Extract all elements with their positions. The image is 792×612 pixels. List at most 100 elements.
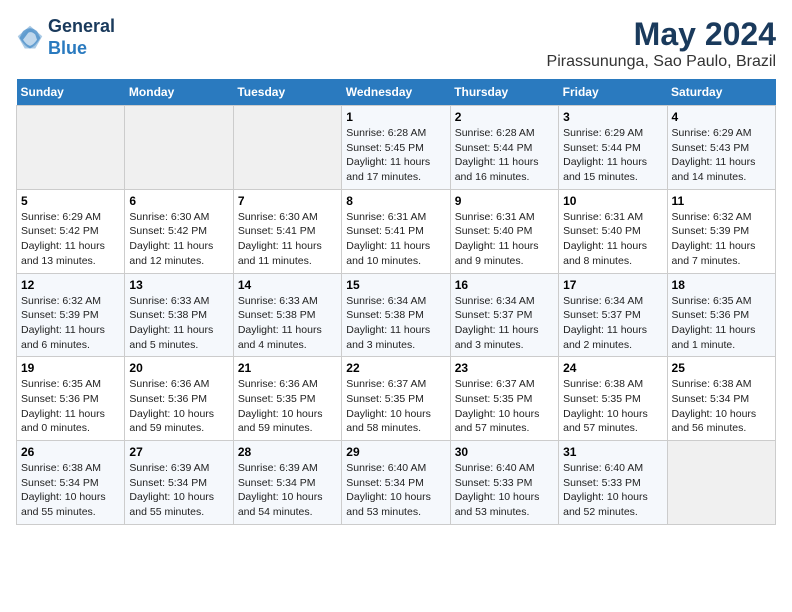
day-info: Sunrise: 6:29 AM Sunset: 5:42 PM Dayligh… [21, 210, 120, 269]
day-info: Sunrise: 6:28 AM Sunset: 5:44 PM Dayligh… [455, 126, 554, 185]
weekday-header-wednesday: Wednesday [342, 79, 450, 106]
day-info: Sunrise: 6:40 AM Sunset: 5:34 PM Dayligh… [346, 461, 445, 520]
day-info: Sunrise: 6:40 AM Sunset: 5:33 PM Dayligh… [563, 461, 662, 520]
weekday-header-monday: Monday [125, 79, 233, 106]
calendar-cell [125, 106, 233, 190]
calendar-cell: 11 Sunrise: 6:32 AM Sunset: 5:39 PM Dayli… [667, 189, 775, 273]
weekday-header-sunday: Sunday [17, 79, 125, 106]
calendar-cell: 27 Sunrise: 6:39 AM Sunset: 5:34 PM Dayli… [125, 441, 233, 525]
calendar-cell: 8Sunrise: 6:31 AM Sunset: 5:41 PM Daylig… [342, 189, 450, 273]
day-number: 23 [455, 361, 554, 375]
calendar-cell [233, 106, 341, 190]
calendar-cell: 19Sunrise: 6:35 AM Sunset: 5:36 PM Dayli… [17, 357, 125, 441]
day-info: Sunrise: 6:34 AM Sunset: 5:38 PM Dayligh… [346, 294, 445, 353]
day-info: Sunrise: 6:39 AM Sunset: 5:34 PM Dayligh… [238, 461, 337, 520]
day-info: Sunrise: 6:31 AM Sunset: 5:40 PM Dayligh… [563, 210, 662, 269]
day-info: Sunrise: 6:29 AM Sunset: 5:43 PM Dayligh… [672, 126, 771, 185]
calendar-week-row: 1Sunrise: 6:28 AM Sunset: 5:45 PM Daylig… [17, 106, 776, 190]
day-info: Sunrise: 6:38 AM Sunset: 5:34 PM Dayligh… [672, 377, 771, 436]
calendar-cell: 4 Sunrise: 6:29 AM Sunset: 5:43 PM Daylig… [667, 106, 775, 190]
day-info: Sunrise: 6:30 AM Sunset: 5:41 PM Dayligh… [238, 210, 337, 269]
weekday-header-saturday: Saturday [667, 79, 775, 106]
day-number: 17 [563, 278, 662, 292]
calendar-cell: 1Sunrise: 6:28 AM Sunset: 5:45 PM Daylig… [342, 106, 450, 190]
calendar-week-row: 12 Sunrise: 6:32 AM Sunset: 5:39 PM Dayli… [17, 273, 776, 357]
day-info: Sunrise: 6:37 AM Sunset: 5:35 PM Dayligh… [346, 377, 445, 436]
page-header: General Blue May 2024 Pirassununga, Sao … [16, 16, 776, 71]
day-info: Sunrise: 6:29 AM Sunset: 5:44 PM Dayligh… [563, 126, 662, 185]
calendar-week-row: 26Sunrise: 6:38 AM Sunset: 5:34 PM Dayli… [17, 441, 776, 525]
day-number: 3 [563, 110, 662, 124]
logo-text: General Blue [48, 16, 115, 59]
calendar-cell: 25Sunrise: 6:38 AM Sunset: 5:34 PM Dayli… [667, 357, 775, 441]
day-info: Sunrise: 6:31 AM Sunset: 5:41 PM Dayligh… [346, 210, 445, 269]
calendar-cell [17, 106, 125, 190]
calendar-cell: 17 Sunrise: 6:34 AM Sunset: 5:37 PM Dayli… [559, 273, 667, 357]
calendar-cell: 6 Sunrise: 6:30 AM Sunset: 5:42 PM Daylig… [125, 189, 233, 273]
calendar-cell: 9 Sunrise: 6:31 AM Sunset: 5:40 PM Daylig… [450, 189, 558, 273]
day-number: 11 [672, 194, 771, 208]
calendar-cell: 24 Sunrise: 6:38 AM Sunset: 5:35 PM Dayli… [559, 357, 667, 441]
page-title: May 2024 [547, 16, 776, 53]
day-info: Sunrise: 6:32 AM Sunset: 5:39 PM Dayligh… [21, 294, 120, 353]
day-number: 12 [21, 278, 120, 292]
day-info: Sunrise: 6:30 AM Sunset: 5:42 PM Dayligh… [129, 210, 228, 269]
page-subtitle: Pirassununga, Sao Paulo, Brazil [547, 53, 776, 71]
day-number: 30 [455, 445, 554, 459]
calendar-cell: 20Sunrise: 6:36 AM Sunset: 5:36 PM Dayli… [125, 357, 233, 441]
day-info: Sunrise: 6:34 AM Sunset: 5:37 PM Dayligh… [563, 294, 662, 353]
day-number: 26 [21, 445, 120, 459]
calendar-cell: 5 Sunrise: 6:29 AM Sunset: 5:42 PM Daylig… [17, 189, 125, 273]
day-number: 4 [672, 110, 771, 124]
calendar-cell: 28 Sunrise: 6:39 AM Sunset: 5:34 PM Dayli… [233, 441, 341, 525]
calendar-cell: 23Sunrise: 6:37 AM Sunset: 5:35 PM Dayli… [450, 357, 558, 441]
calendar-cell: 15Sunrise: 6:34 AM Sunset: 5:38 PM Dayli… [342, 273, 450, 357]
day-number: 19 [21, 361, 120, 375]
calendar-cell: 14 Sunrise: 6:33 AM Sunset: 5:38 PM Dayli… [233, 273, 341, 357]
day-number: 24 [563, 361, 662, 375]
calendar-cell: 18 Sunrise: 6:35 AM Sunset: 5:36 PM Dayli… [667, 273, 775, 357]
calendar-cell: 21Sunrise: 6:36 AM Sunset: 5:35 PM Dayli… [233, 357, 341, 441]
day-info: Sunrise: 6:28 AM Sunset: 5:45 PM Dayligh… [346, 126, 445, 185]
day-info: Sunrise: 6:32 AM Sunset: 5:39 PM Dayligh… [672, 210, 771, 269]
calendar-cell: 3 Sunrise: 6:29 AM Sunset: 5:44 PM Daylig… [559, 106, 667, 190]
day-info: Sunrise: 6:33 AM Sunset: 5:38 PM Dayligh… [238, 294, 337, 353]
day-number: 14 [238, 278, 337, 292]
calendar-cell: 12 Sunrise: 6:32 AM Sunset: 5:39 PM Dayli… [17, 273, 125, 357]
day-info: Sunrise: 6:36 AM Sunset: 5:36 PM Dayligh… [129, 377, 228, 436]
day-number: 6 [129, 194, 228, 208]
calendar-cell: 31 Sunrise: 6:40 AM Sunset: 5:33 PM Dayli… [559, 441, 667, 525]
calendar-cell [667, 441, 775, 525]
day-number: 10 [563, 194, 662, 208]
calendar-table: SundayMondayTuesdayWednesdayThursdayFrid… [16, 79, 776, 525]
calendar-cell: 29Sunrise: 6:40 AM Sunset: 5:34 PM Dayli… [342, 441, 450, 525]
calendar-cell: 13 Sunrise: 6:33 AM Sunset: 5:38 PM Dayli… [125, 273, 233, 357]
day-info: Sunrise: 6:34 AM Sunset: 5:37 PM Dayligh… [455, 294, 554, 353]
calendar-cell: 7Sunrise: 6:30 AM Sunset: 5:41 PM Daylig… [233, 189, 341, 273]
calendar-cell: 2 Sunrise: 6:28 AM Sunset: 5:44 PM Daylig… [450, 106, 558, 190]
logo: General Blue [16, 16, 115, 59]
day-info: Sunrise: 6:36 AM Sunset: 5:35 PM Dayligh… [238, 377, 337, 436]
calendar-cell: 16Sunrise: 6:34 AM Sunset: 5:37 PM Dayli… [450, 273, 558, 357]
day-number: 31 [563, 445, 662, 459]
day-info: Sunrise: 6:35 AM Sunset: 5:36 PM Dayligh… [672, 294, 771, 353]
weekday-header-friday: Friday [559, 79, 667, 106]
day-info: Sunrise: 6:38 AM Sunset: 5:35 PM Dayligh… [563, 377, 662, 436]
logo-icon [16, 24, 44, 52]
day-number: 28 [238, 445, 337, 459]
calendar-week-row: 5 Sunrise: 6:29 AM Sunset: 5:42 PM Daylig… [17, 189, 776, 273]
day-info: Sunrise: 6:40 AM Sunset: 5:33 PM Dayligh… [455, 461, 554, 520]
day-number: 27 [129, 445, 228, 459]
day-info: Sunrise: 6:31 AM Sunset: 5:40 PM Dayligh… [455, 210, 554, 269]
title-block: May 2024 Pirassununga, Sao Paulo, Brazil [547, 16, 776, 71]
day-number: 13 [129, 278, 228, 292]
day-number: 5 [21, 194, 120, 208]
day-number: 18 [672, 278, 771, 292]
calendar-cell: 10 Sunrise: 6:31 AM Sunset: 5:40 PM Dayli… [559, 189, 667, 273]
day-number: 2 [455, 110, 554, 124]
day-info: Sunrise: 6:39 AM Sunset: 5:34 PM Dayligh… [129, 461, 228, 520]
calendar-week-row: 19Sunrise: 6:35 AM Sunset: 5:36 PM Dayli… [17, 357, 776, 441]
calendar-cell: 22Sunrise: 6:37 AM Sunset: 5:35 PM Dayli… [342, 357, 450, 441]
day-info: Sunrise: 6:33 AM Sunset: 5:38 PM Dayligh… [129, 294, 228, 353]
day-number: 9 [455, 194, 554, 208]
